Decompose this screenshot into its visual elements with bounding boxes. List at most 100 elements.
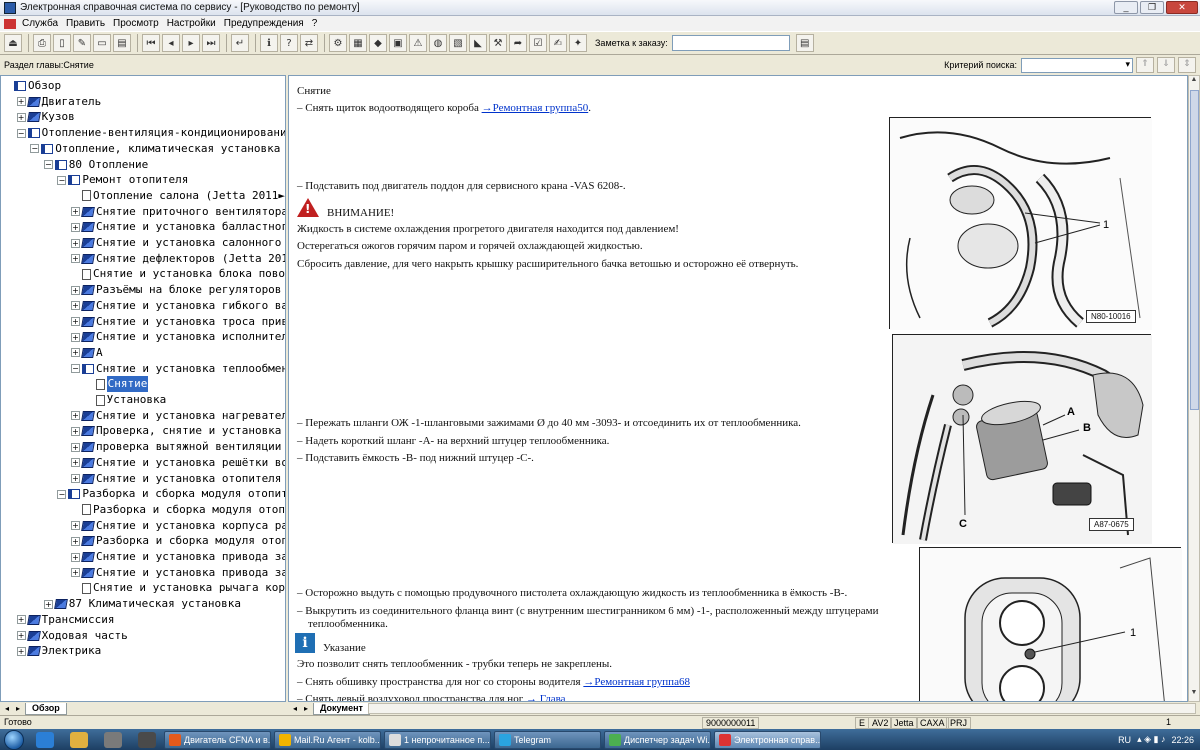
expand-icon[interactable]: + (71, 474, 80, 483)
scroll-up-icon[interactable]: ▲ (1189, 76, 1199, 88)
swap-icon[interactable]: ⇄ (300, 34, 318, 52)
tree-item[interactable]: + Ходовая часть (16, 628, 128, 644)
menu-service[interactable]: Служба (18, 18, 62, 29)
edit-page-icon[interactable]: ✎ (73, 34, 91, 52)
exit-icon[interactable]: ⏏ (4, 34, 22, 52)
expand-icon[interactable]: + (71, 285, 80, 295)
tag-icon[interactable]: ◣ (469, 34, 487, 52)
tree-item[interactable]: + Снятие и установка гибкого ва (71, 298, 285, 314)
document-horizontal-scrollbar[interactable] (368, 703, 1196, 714)
minimize-button[interactable]: _ (1114, 1, 1138, 14)
first-page-icon[interactable]: ⏮ (142, 34, 160, 52)
expand-icon[interactable]: + (16, 112, 26, 122)
taskbar-button[interactable]: 1 непрочитанное п... (384, 730, 491, 749)
document-vertical-scrollbar[interactable]: ▲ ▼ (1188, 75, 1200, 702)
repair-group-50-link[interactable]: →Ремонтная группа50 (482, 102, 589, 114)
book-icon[interactable]: ▤ (113, 34, 131, 52)
info-icon[interactable]: ℹ (260, 34, 278, 52)
doc-tab-prev-icon[interactable]: ◂ (290, 704, 300, 713)
collapse-icon[interactable]: − (71, 364, 80, 374)
expand-icon[interactable]: + (71, 348, 80, 358)
tools-icon[interactable]: ⚙ (329, 34, 347, 52)
expand-icon[interactable]: + (71, 411, 80, 421)
search-up-icon[interactable]: ⇑ (1136, 57, 1154, 73)
tree-item[interactable]: − Отопление-вентиляция-кондиционирование (16, 125, 285, 141)
tree-item[interactable]: Снятие (85, 376, 149, 393)
expand-icon[interactable]: + (71, 301, 80, 311)
order-note-input[interactable] (671, 35, 790, 51)
tree-item[interactable]: − Ремонт отопителя (57, 172, 188, 188)
ie-icon[interactable] (36, 731, 54, 748)
car-icon[interactable]: ▭ (93, 34, 111, 52)
collapse-icon[interactable]: − (43, 160, 53, 169)
tab-prev-icon[interactable]: ◂ (2, 704, 12, 713)
tree-item[interactable]: + Снятие и установка отопителя (71, 471, 281, 487)
taskbar-button[interactable]: Telegram (494, 730, 601, 749)
tree-item[interactable]: Снятие и установка рычага кор (71, 580, 285, 596)
tree-item[interactable]: + Снятие и установка исполнител (71, 329, 285, 345)
tree-item[interactable]: + проверка вытяжной вентиляции (71, 439, 281, 455)
globe-icon[interactable]: ◍ (429, 34, 447, 52)
collapse-icon[interactable]: − (16, 128, 26, 138)
expand-icon[interactable]: + (71, 426, 80, 436)
expand-icon[interactable]: + (71, 458, 80, 468)
expand-icon[interactable]: + (71, 254, 80, 264)
prev-page-icon[interactable]: ◂ (162, 34, 180, 52)
expand-icon[interactable]: + (43, 599, 53, 609)
tree-item[interactable]: Установка (85, 392, 166, 408)
doc-tab-next-icon[interactable]: ▸ (301, 704, 311, 713)
tree-item[interactable]: + Снятие и установка салонного (71, 235, 281, 251)
menu-settings[interactable]: Настройки (163, 18, 220, 29)
catalog-icon[interactable]: ▣ (389, 34, 407, 52)
expand-icon[interactable]: + (71, 207, 80, 217)
tab-next-icon[interactable]: ▸ (13, 704, 23, 713)
gearbox-icon[interactable]: ▧ (449, 34, 467, 52)
print-icon[interactable]: ⎙ (33, 34, 51, 52)
collapse-icon[interactable]: − (57, 175, 67, 185)
menu-view[interactable]: Просмотр (109, 18, 163, 29)
collapse-icon[interactable]: − (57, 489, 67, 499)
expand-icon[interactable]: + (71, 238, 80, 248)
tree-item[interactable]: + Двигатель (16, 94, 101, 110)
clock[interactable]: 22:26 (1171, 735, 1194, 745)
tree-item[interactable]: + Снятие и установка корпуса ра (71, 518, 285, 534)
expand-icon[interactable]: + (71, 536, 80, 546)
menu-edit[interactable]: Править (62, 18, 109, 29)
wrench-icon[interactable]: ⚒ (489, 34, 507, 52)
last-page-icon[interactable]: ⏭ (202, 34, 220, 52)
tree-item[interactable]: + Снятие и установка привода за (71, 549, 285, 565)
tree-item[interactable]: + Кузов (16, 109, 75, 125)
tree-item[interactable]: + Снятие дефлекторов (Jetta 201 (71, 251, 285, 267)
tree-item[interactable]: − 80 Отопление (43, 157, 148, 173)
tree-item[interactable]: +87 Климатическая установка (43, 596, 241, 612)
tree-item[interactable]: Снятие и установка блока пово (71, 266, 285, 282)
tree-item[interactable]: + Разъёмы на блоке регуляторов (71, 282, 281, 298)
taskbar-button-active[interactable]: Электронная справ... (714, 730, 821, 749)
lightbulb-icon[interactable]: ✦ (569, 34, 587, 52)
chapter-link[interactable]: → Глава (526, 693, 566, 701)
scroll-thumb[interactable] (1190, 90, 1199, 410)
tree-item[interactable]: + А (71, 345, 103, 361)
tree-item[interactable]: + Снятие и установка нагревател (71, 408, 285, 424)
close-button[interactable]: ✕ (1166, 1, 1198, 14)
menu-warnings[interactable]: Предупреждения (220, 18, 308, 29)
collapse-icon[interactable]: − (30, 144, 40, 154)
tree-item[interactable]: + Разборка и сборка модуля отоп (71, 533, 285, 549)
search-all-icon[interactable]: ⇕ (1178, 57, 1196, 73)
app-quick-icon[interactable] (138, 731, 156, 748)
tab-overview[interactable]: Обзор (25, 702, 67, 715)
tree-item[interactable]: Обзор (3, 78, 61, 94)
explorer-icon[interactable] (70, 731, 88, 748)
note-icon[interactable]: ✍ (549, 34, 567, 52)
taskbar-button[interactable]: Диспетчер задач Wi... (604, 730, 711, 749)
scroll-down-icon[interactable]: ▼ (1189, 689, 1199, 701)
tree-item[interactable]: − Отопление, климатическая установка (30, 141, 280, 157)
media-icon[interactable] (104, 731, 122, 748)
menu-help[interactable]: ? (308, 18, 322, 29)
repair-group-68-link[interactable]: →Ремонтная группа68 (583, 676, 690, 688)
expand-icon[interactable]: + (71, 317, 80, 326)
expand-icon[interactable]: + (16, 646, 26, 656)
tree-item[interactable]: + Проверка, снятие и установка (71, 423, 281, 439)
tab-document[interactable]: Документ (313, 702, 370, 715)
help-icon[interactable]: ? (280, 34, 298, 52)
